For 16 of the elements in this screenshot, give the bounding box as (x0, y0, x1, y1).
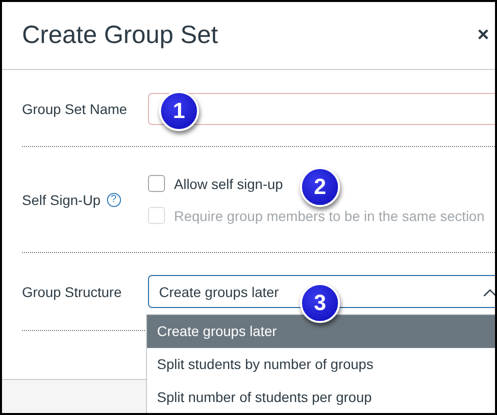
dialog-title: Create Group Set (22, 21, 218, 50)
checkbox-label: Require group members to be in the same section (174, 208, 484, 224)
name-field[interactable] (148, 93, 495, 125)
close-button[interactable]: × (477, 24, 489, 47)
help-icon[interactable]: ? (106, 192, 121, 206)
step-number-badge: 3 (300, 283, 340, 323)
field-label: Self Sign-Up (22, 192, 101, 208)
step-number-badge: 2 (300, 167, 340, 207)
field-label: Group Set Name (22, 101, 128, 117)
checkbox[interactable] (148, 175, 165, 192)
menu-item[interactable]: Split number of students per group (147, 381, 495, 413)
checkbox-label: Allow self sign-up (174, 176, 283, 192)
step-number-badge: 1 (159, 91, 199, 131)
menu-item[interactable]: Split students by number of groups (147, 348, 495, 381)
field-label: Group Structure (22, 284, 123, 300)
menu-item[interactable]: Create groups later (147, 315, 495, 348)
